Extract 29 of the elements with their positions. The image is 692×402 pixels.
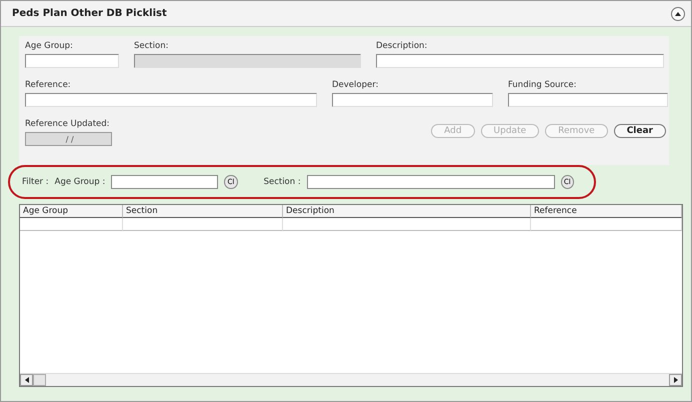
field-label: Age Group : <box>54 176 106 188</box>
column-header[interactable]: Age Group <box>20 205 123 218</box>
input-field[interactable] <box>25 93 317 107</box>
scroll-left-icon[interactable] <box>24 377 28 383</box>
input-field[interactable] <box>332 93 493 107</box>
column-header[interactable]: Reference <box>531 205 682 218</box>
filter-label: Filter : <box>22 176 49 188</box>
field-label: Age Group: <box>25 40 74 52</box>
filter-field[interactable] <box>111 175 218 189</box>
horizontal-scrollbar[interactable] <box>20 373 682 386</box>
filter-field[interactable] <box>306 175 555 189</box>
panel-title: Peds Plan Other DB Picklist <box>12 8 167 19</box>
collapse-icon <box>675 12 681 16</box>
column-header[interactable]: Section <box>123 205 283 218</box>
field-label: Reference Updated: <box>25 118 111 130</box>
scroll-thumb[interactable] <box>33 374 46 386</box>
field-label: Description: <box>376 40 428 52</box>
field-label: Reference: <box>25 79 72 91</box>
collapse-button[interactable] <box>671 6 685 20</box>
input-field[interactable] <box>508 93 668 107</box>
field-label: Section: <box>134 40 170 52</box>
field-label: Section : <box>264 176 301 188</box>
input-field[interactable] <box>376 54 664 68</box>
action-button[interactable]: Clear <box>614 124 666 138</box>
column-header[interactable]: Description <box>283 205 531 218</box>
input-field[interactable] <box>25 54 119 68</box>
field-label: Funding Source: <box>508 79 578 91</box>
scroll-right-icon[interactable] <box>674 377 678 383</box>
field-label: Developer: <box>332 79 380 91</box>
